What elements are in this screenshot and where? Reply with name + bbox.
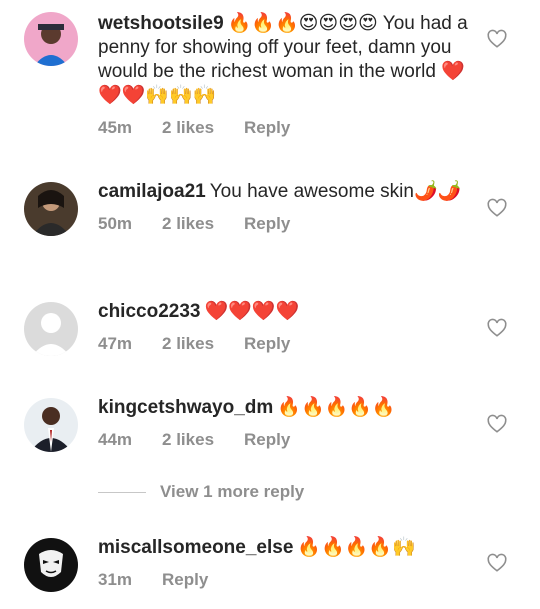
comment-time: 31m bbox=[98, 570, 133, 589]
heart-outline-icon bbox=[487, 29, 507, 48]
comment-time: 47m bbox=[98, 334, 133, 353]
comment-message: ❤️❤️❤️❤️ bbox=[204, 301, 300, 322]
comment-message: 🔥🔥🔥🔥🙌 bbox=[297, 537, 416, 558]
like-button[interactable] bbox=[486, 317, 508, 339]
reply-button[interactable]: Reply bbox=[244, 214, 290, 234]
heart-outline-icon bbox=[487, 414, 507, 433]
avatar[interactable] bbox=[24, 182, 78, 236]
comment-username[interactable]: chicco2233 bbox=[98, 301, 200, 322]
divider-line bbox=[98, 491, 146, 493]
view-more-replies[interactable]: View 1 more reply bbox=[98, 482, 304, 502]
likes-count[interactable]: 2 likes bbox=[162, 214, 214, 234]
avatar[interactable] bbox=[24, 12, 78, 66]
heart-outline-icon bbox=[487, 553, 507, 572]
comment-text: chicco2233 ❤️❤️❤️❤️ bbox=[98, 300, 468, 324]
reply-button[interactable]: Reply bbox=[244, 430, 290, 450]
comment-time: 44m bbox=[98, 430, 133, 449]
comment-username[interactable]: kingcetshwayo_dm bbox=[98, 397, 273, 418]
view-more-replies-label[interactable]: View 1 more reply bbox=[160, 482, 304, 502]
avatar[interactable] bbox=[24, 302, 78, 356]
like-button[interactable] bbox=[486, 197, 508, 219]
like-button[interactable] bbox=[486, 28, 508, 50]
heart-outline-icon bbox=[487, 318, 507, 337]
comment-text: miscallsomeone_else 🔥🔥🔥🔥🙌 bbox=[98, 536, 468, 560]
comment-text: camilajoa21 You have awesome skin🌶️🌶️ bbox=[98, 180, 468, 204]
reply-button[interactable]: Reply bbox=[162, 570, 208, 590]
comment-text: kingcetshwayo_dm 🔥🔥🔥🔥🔥 bbox=[98, 396, 468, 420]
likes-count[interactable]: 2 likes bbox=[162, 334, 214, 354]
comment-message: 🔥🔥🔥🔥🔥 bbox=[277, 397, 396, 418]
like-button[interactable] bbox=[486, 413, 508, 435]
likes-count[interactable]: 2 likes bbox=[162, 118, 214, 138]
comment-username[interactable]: miscallsomeone_else bbox=[98, 537, 293, 558]
reply-button[interactable]: Reply bbox=[244, 118, 290, 138]
comment-username[interactable]: camilajoa21 bbox=[98, 181, 206, 202]
avatar[interactable] bbox=[24, 398, 78, 452]
comment-text: wetshootsile9 🔥🔥🔥😍😍😍😍 You had a penny for… bbox=[98, 12, 468, 108]
heart-outline-icon bbox=[487, 198, 507, 217]
comment-username[interactable]: wetshootsile9 bbox=[98, 13, 224, 34]
avatar[interactable] bbox=[24, 538, 78, 592]
likes-count[interactable]: 2 likes bbox=[162, 430, 214, 450]
comment-time: 45m bbox=[98, 118, 133, 137]
comment-message: You have awesome skin🌶️🌶️ bbox=[209, 181, 462, 202]
comment-time: 50m bbox=[98, 214, 133, 233]
like-button[interactable] bbox=[486, 552, 508, 574]
reply-button[interactable]: Reply bbox=[244, 334, 290, 354]
